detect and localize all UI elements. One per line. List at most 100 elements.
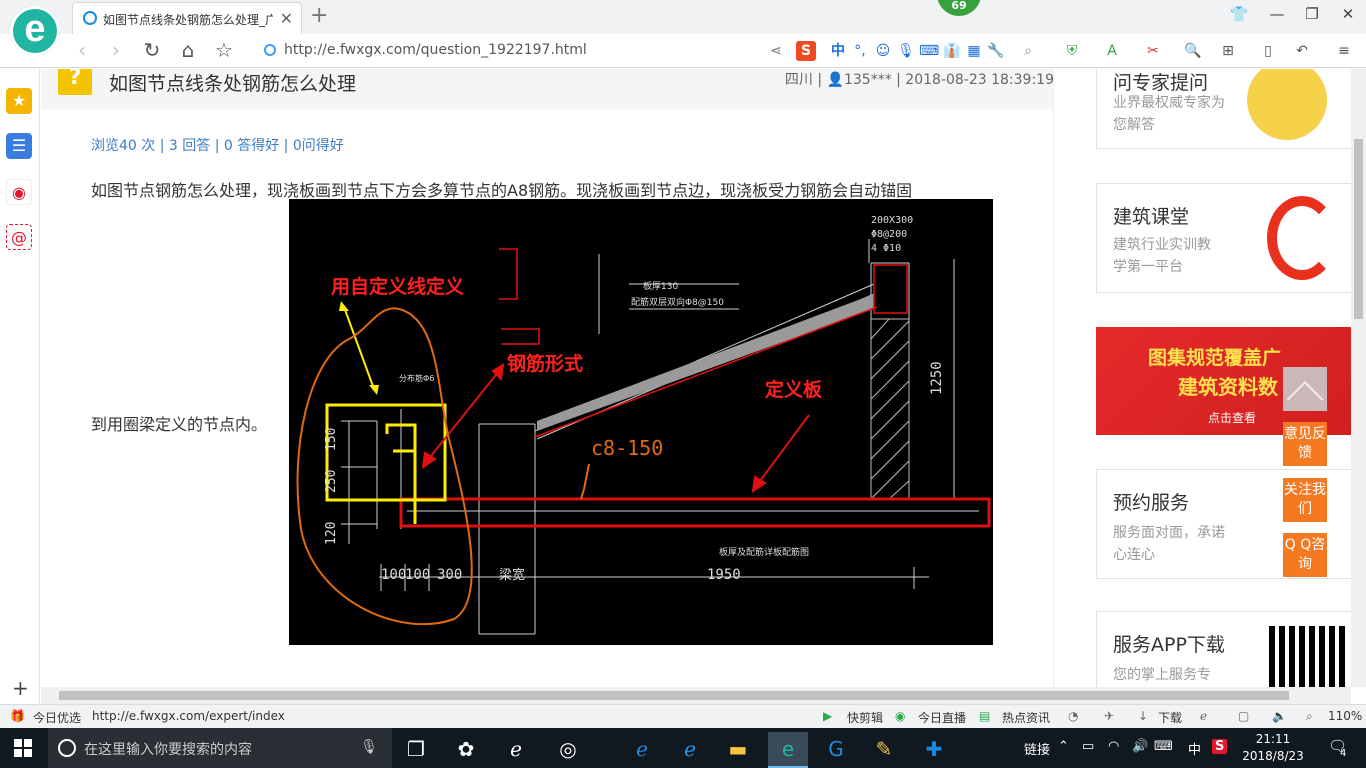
back-button[interactable]: ‹ <box>68 38 96 62</box>
translate-icon[interactable]: A <box>1102 41 1122 61</box>
keyboard-tray-icon[interactable]: ⌨ <box>1154 739 1173 754</box>
slab-thickness-note: 板厚130 <box>643 280 678 292</box>
punct-icon[interactable]: °, <box>850 41 870 61</box>
forward-button[interactable]: › <box>102 38 130 62</box>
speaker-icon[interactable]: 🔊 <box>1132 739 1148 754</box>
refresh-button[interactable]: ↻ <box>138 38 166 62</box>
taskbar-search-placeholder[interactable]: 在这里输入你要搜索的内容 <box>84 739 252 759</box>
vertical-scrollbar[interactable] <box>1351 69 1366 687</box>
pin-icon[interactable]: ✈ <box>1104 709 1114 723</box>
search-icon[interactable]: ⌕ <box>1018 41 1038 61</box>
zoom-level[interactable]: 110% <box>1328 709 1362 723</box>
hot-news-link[interactable]: 热点资讯 <box>1002 709 1050 726</box>
plus-app-icon[interactable]: ✚ <box>914 732 954 768</box>
feedback-button[interactable]: 意见反馈 <box>1283 422 1327 466</box>
today-pick-link[interactable]: 今日优选 <box>33 709 81 726</box>
banner-link[interactable]: 点击查看 <box>1208 409 1256 426</box>
tray-expand-icon[interactable]: ⌃ <box>1058 739 1069 754</box>
cad-drawing-image[interactable]: 用自定义线定义 钢筋形式 定义板 c8-150 200X300 Φ8@200 4… <box>289 199 993 645</box>
sogou-ime-icon[interactable]: S <box>796 41 816 61</box>
windows-start-icon[interactable] <box>14 739 32 757</box>
favorites-star-icon[interactable]: ★ <box>6 88 32 114</box>
download-link[interactable]: 下载 <box>1158 709 1182 726</box>
url-field[interactable]: http://e.fwxgx.com/question_1922197.html <box>258 39 758 63</box>
find-icon[interactable]: 🔍 <box>1183 41 1203 61</box>
minimize-button[interactable]: — <box>1262 5 1292 23</box>
mic-icon[interactable]: 🎙 <box>896 41 916 61</box>
live-link[interactable]: 今日直播 <box>918 709 966 726</box>
menu-icon[interactable]: ≡ <box>1334 41 1354 61</box>
share-icon[interactable]: ⋖ <box>766 41 786 61</box>
dim-1250: 1250 <box>929 361 945 395</box>
volume-icon[interactable]: 🔈 <box>1272 709 1287 723</box>
edge-legacy-icon[interactable]: ℯ <box>496 732 536 768</box>
mail-at-icon[interactable]: @ <box>6 224 32 250</box>
weibo-icon[interactable]: ◉ <box>6 179 32 205</box>
vertical-scroll-thumb[interactable] <box>1354 139 1363 319</box>
restore-button[interactable]: ❐ <box>1297 5 1327 23</box>
taskbar-mic-icon[interactable]: 🎙 <box>360 739 378 755</box>
dim-1950: 1950 <box>707 567 741 583</box>
horizontal-scroll-thumb[interactable] <box>59 691 1289 700</box>
ime-chinese-icon[interactable]: 中 <box>828 41 848 61</box>
window-icon[interactable]: ▢ <box>1238 709 1249 723</box>
scissors-icon[interactable]: ✂ <box>1143 41 1163 61</box>
app-download-card[interactable]: 服务APP下载 您的掌上服务专 <box>1096 611 1351 687</box>
follow-us-button[interactable]: 关注我们 <box>1283 478 1327 522</box>
swirl-app-icon[interactable]: ◎ <box>548 732 588 768</box>
keyboard-icon[interactable]: ⌨ <box>919 41 939 61</box>
sogou-tray-icon[interactable]: S <box>1212 739 1228 754</box>
favorite-star-button[interactable]: ☆ <box>210 38 238 62</box>
browser-taskbar-icon[interactable]: e <box>768 732 808 768</box>
dim-100-b: 100 <box>405 567 430 583</box>
close-window-button[interactable]: ✕ <box>1333 5 1363 23</box>
question-stats[interactable]: 浏览40 次 | 3 回答 | 0 答得好 | 0问得好 <box>91 135 344 155</box>
tab-title: 如图节点线条处钢筋怎么处理_广 <box>103 13 273 27</box>
annotation-rebar-form: 钢筋形式 <box>507 352 583 375</box>
horizontal-scrollbar[interactable] <box>41 687 1351 704</box>
apps-icon[interactable]: ⊞ <box>1218 41 1238 61</box>
g-app-icon[interactable]: G <box>816 732 856 768</box>
ie-mode-icon[interactable]: ℯ <box>1200 709 1207 723</box>
url-text[interactable]: http://e.fwxgx.com/question_1922197.html <box>284 42 587 58</box>
home-button[interactable]: ⌂ <box>174 38 202 62</box>
battery-icon[interactable]: ▭ <box>1082 739 1094 754</box>
question-mark-icon: ? <box>58 69 92 95</box>
file-explorer-icon[interactable]: ▬ <box>718 732 758 768</box>
score-badge[interactable]: 69 <box>937 0 981 16</box>
ask-expert-card[interactable]: 问专家提问 业界最权威专家为您解答 <box>1096 69 1351 149</box>
question-body-line-1: 如图节点钢筋怎么处理，现浇板画到节点下方会多算节点的A8钢筋。现浇板画到节点边，… <box>91 181 913 200</box>
edge-icon[interactable]: ℯ <box>622 732 662 768</box>
skin-icon[interactable]: 👔 <box>942 41 962 61</box>
qq-consult-button[interactable]: Q Q咨询 <box>1283 533 1327 577</box>
ime-indicator[interactable]: 中 <box>1188 739 1201 758</box>
new-tab-button[interactable]: + <box>310 3 328 28</box>
dim-150: 150 <box>324 428 339 451</box>
grid-icon[interactable]: ▦ <box>964 41 984 61</box>
tab-close-button[interactable]: ✕ <box>280 9 293 28</box>
sidebar-add-button[interactable]: + <box>12 676 29 700</box>
task-view-icon[interactable]: ❐ <box>396 732 436 768</box>
emoji-icon[interactable]: ☺ <box>873 41 893 61</box>
back-to-top-button[interactable] <box>1283 367 1327 411</box>
speed-icon[interactable]: ◔ <box>1068 709 1078 723</box>
notes-app-icon[interactable]: ✎ <box>864 732 904 768</box>
taskbar-clock[interactable]: 21:11 2018/8/23 <box>1238 731 1308 765</box>
ie-icon[interactable]: ℯ <box>670 732 710 768</box>
gift-icon[interactable]: 🎁 <box>10 709 25 723</box>
course-card[interactable]: 建筑课堂 建筑行业实训教学第一平台 <box>1096 183 1351 293</box>
pinwheel-app-icon[interactable]: ✿ <box>446 732 486 768</box>
shirt-icon[interactable]: 👕 <box>1224 5 1254 23</box>
links-toolbar[interactable]: 链接 <box>1024 739 1050 758</box>
wrench-icon[interactable]: 🔧 <box>986 41 1006 61</box>
undo-icon[interactable]: ↶ <box>1292 41 1312 61</box>
wifi-icon[interactable]: ◠ <box>1108 739 1119 754</box>
shield-icon[interactable]: ⛨ <box>1062 41 1082 61</box>
phone-icon[interactable]: ▯ <box>1258 41 1278 61</box>
quick-clip-link[interactable]: 快剪辑 <box>847 709 883 726</box>
zoom-icon[interactable]: ⌕ <box>1306 709 1313 724</box>
reading-list-icon[interactable]: ☰ <box>6 133 32 159</box>
taskbar-search-box[interactable]: 在这里输入你要搜索的内容 🎙 <box>48 728 392 768</box>
tab-active[interactable]: 如图节点线条处钢筋怎么处理_广 ✕ <box>72 2 302 34</box>
browser-logo-icon[interactable] <box>10 6 60 56</box>
